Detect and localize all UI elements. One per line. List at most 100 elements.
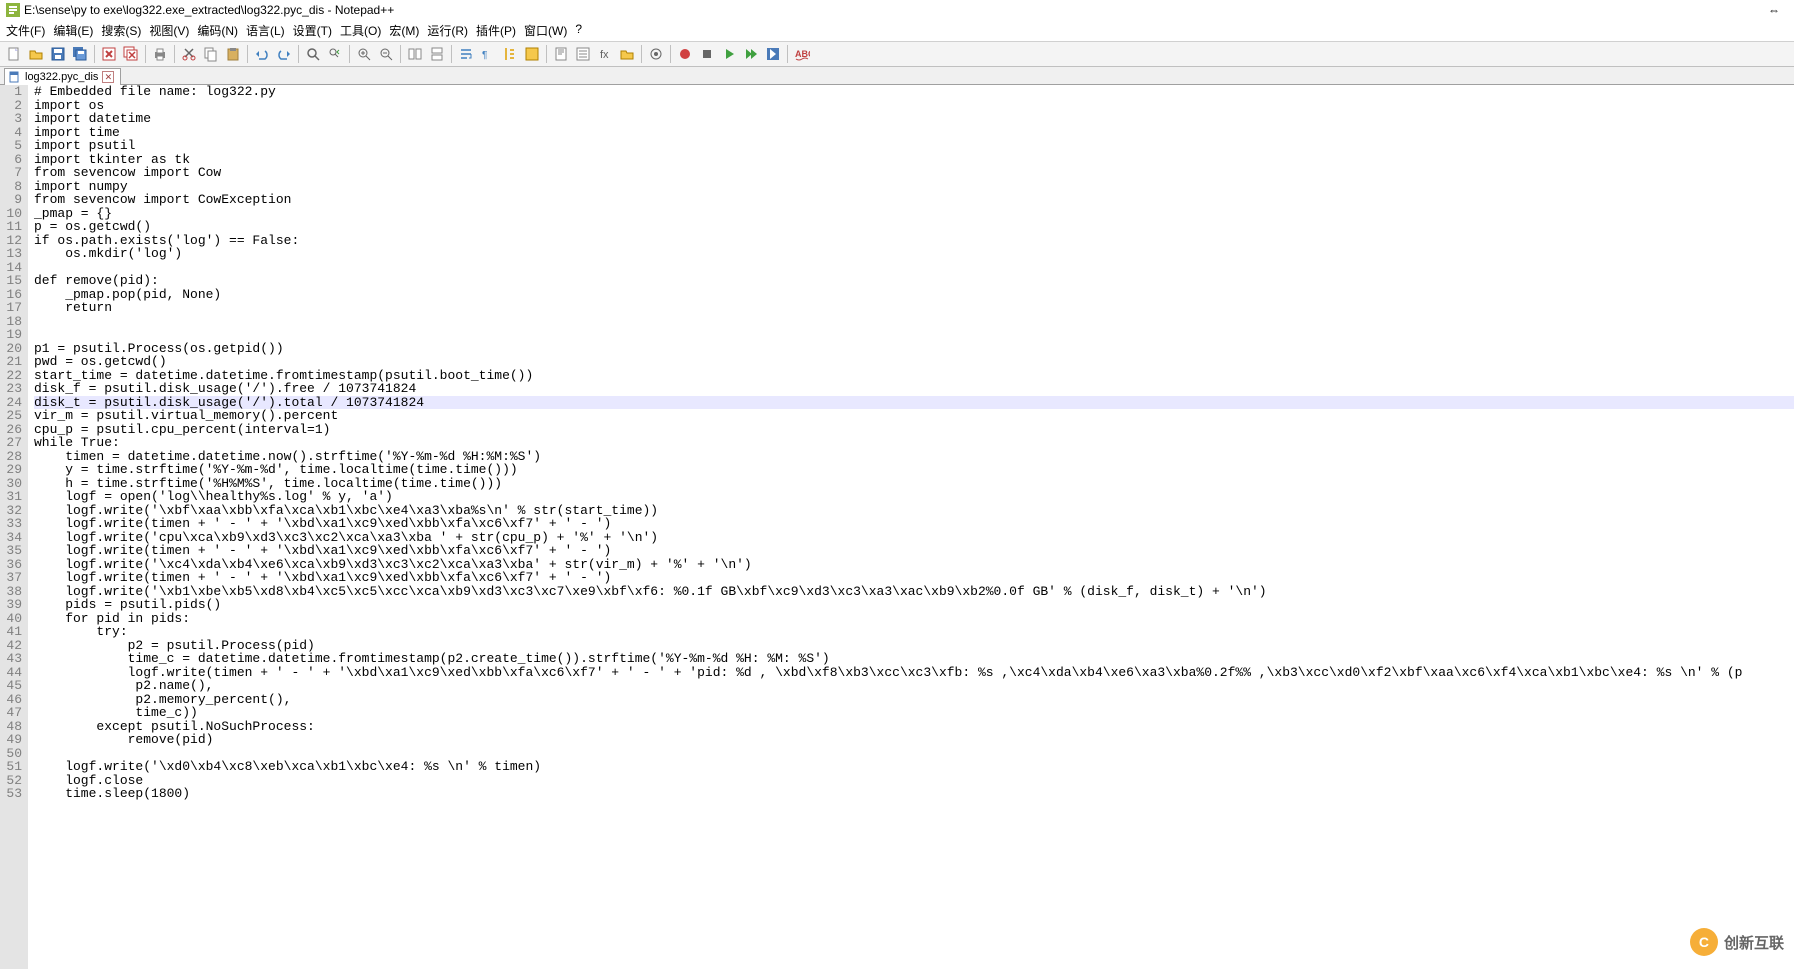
code-line[interactable]: logf.write('\xc4\xda\xb4\xe6\xca\xb9\xd3… (34, 558, 1794, 572)
savemacro-icon[interactable] (763, 44, 783, 64)
code-line[interactable]: logf.write('\xbf\xaa\xbb\xfa\xca\xb1\xbc… (34, 504, 1794, 518)
code-line[interactable]: p2.name(), (34, 679, 1794, 693)
func-list-icon[interactable]: fx (595, 44, 615, 64)
closeall-icon[interactable] (121, 44, 141, 64)
zoomout-icon[interactable] (376, 44, 396, 64)
code-line[interactable]: if os.path.exists('log') == False: (34, 234, 1794, 248)
cut-icon[interactable] (179, 44, 199, 64)
code-line[interactable]: pids = psutil.pids() (34, 598, 1794, 612)
code-line[interactable]: _pmap = {} (34, 207, 1794, 221)
record-icon[interactable] (675, 44, 695, 64)
code-line[interactable]: import tkinter as tk (34, 153, 1794, 167)
undo-icon[interactable] (252, 44, 272, 64)
menu-settings[interactable]: 设置(T) (293, 22, 332, 39)
code-line[interactable]: import os (34, 99, 1794, 113)
open-icon[interactable] (26, 44, 46, 64)
sync-h-icon[interactable] (427, 44, 447, 64)
userdef-icon[interactable] (522, 44, 542, 64)
indent-guide-icon[interactable] (500, 44, 520, 64)
menu-edit[interactable]: 编辑(E) (53, 22, 93, 39)
code-line[interactable]: logf = open('log\\healthy%s.log' % y, 'a… (34, 490, 1794, 504)
save-icon[interactable] (48, 44, 68, 64)
code-line[interactable]: p1 = psutil.Process(os.getpid()) (34, 342, 1794, 356)
code-line[interactable]: cpu_p = psutil.cpu_percent(interval=1) (34, 423, 1794, 437)
paste-icon[interactable] (223, 44, 243, 64)
restore-button[interactable]: ⇔ (1768, 3, 1780, 17)
code-line[interactable]: h = time.strftime('%H%M%S', time.localti… (34, 477, 1794, 491)
code-line[interactable]: except psutil.NoSuchProcess: (34, 720, 1794, 734)
code-line[interactable]: timen = datetime.datetime.now().strftime… (34, 450, 1794, 464)
play-icon[interactable] (719, 44, 739, 64)
find-icon[interactable] (303, 44, 323, 64)
replace-icon[interactable] (325, 44, 345, 64)
code-line[interactable]: time_c)) (34, 706, 1794, 720)
code-line[interactable]: while True: (34, 436, 1794, 450)
code-line[interactable]: import numpy (34, 180, 1794, 194)
code-line[interactable]: for pid in pids: (34, 612, 1794, 626)
monitor-icon[interactable] (646, 44, 666, 64)
code-line[interactable]: logf.write(timen + ' - ' + '\xbd\xa1\xc9… (34, 666, 1794, 680)
menu-encoding[interactable]: 编码(N) (197, 22, 238, 39)
code-line[interactable]: import psutil (34, 139, 1794, 153)
code-line[interactable]: y = time.strftime('%Y-%m-%d', time.local… (34, 463, 1794, 477)
menu-tools[interactable]: 工具(O) (340, 22, 381, 39)
code-line[interactable]: pwd = os.getcwd() (34, 355, 1794, 369)
code-line[interactable]: logf.write('\xb1\xbe\xb5\xd8\xb4\xc5\xc5… (34, 585, 1794, 599)
code-line[interactable]: p2 = psutil.Process(pid) (34, 639, 1794, 653)
menu-view[interactable]: 视图(V) (149, 22, 189, 39)
close-icon[interactable] (99, 44, 119, 64)
code-line[interactable]: time_c = datetime.datetime.fromtimestamp… (34, 652, 1794, 666)
folder-icon[interactable] (617, 44, 637, 64)
spellcheck-icon[interactable]: ABC (792, 44, 812, 64)
code-line[interactable] (34, 261, 1794, 275)
code-line[interactable]: vir_m = psutil.virtual_memory().percent (34, 409, 1794, 423)
menu-plugins[interactable]: 插件(P) (476, 22, 516, 39)
menu-macro[interactable]: 宏(M) (389, 22, 419, 39)
code-line[interactable]: return (34, 301, 1794, 315)
editor[interactable]: 1234567891011121314151617181920212223242… (0, 85, 1794, 969)
menu-file[interactable]: 文件(F) (6, 22, 45, 39)
playmulti-icon[interactable] (741, 44, 761, 64)
code-line[interactable]: time.sleep(1800) (34, 787, 1794, 801)
showall-icon[interactable]: ¶ (478, 44, 498, 64)
code-line[interactable]: from sevencow import Cow (34, 166, 1794, 180)
code-line[interactable]: logf.close (34, 774, 1794, 788)
wordwrap-icon[interactable] (456, 44, 476, 64)
code-line[interactable]: p = os.getcwd() (34, 220, 1794, 234)
code-line[interactable]: # Embedded file name: log322.py (34, 85, 1794, 99)
code-line[interactable] (34, 328, 1794, 342)
zoomin-icon[interactable] (354, 44, 374, 64)
doc-map-icon[interactable] (551, 44, 571, 64)
tab-close-icon[interactable]: ✕ (102, 71, 114, 83)
menu-run[interactable]: 运行(R) (427, 22, 468, 39)
code-line[interactable]: remove(pid) (34, 733, 1794, 747)
tab-active[interactable]: log322.pyc_dis ✕ (4, 68, 121, 85)
menu-language[interactable]: 语言(L) (246, 22, 285, 39)
doc-list-icon[interactable] (573, 44, 593, 64)
stop-icon[interactable] (697, 44, 717, 64)
code-line[interactable]: import time (34, 126, 1794, 140)
menu-window[interactable]: 窗口(W) (524, 22, 567, 39)
code-line[interactable]: logf.write(timen + ' - ' + '\xbd\xa1\xc9… (34, 517, 1794, 531)
new-icon[interactable] (4, 44, 24, 64)
code-line[interactable]: import datetime (34, 112, 1794, 126)
code-line[interactable] (34, 315, 1794, 329)
code-line[interactable]: logf.write('\xd0\xb4\xc8\xeb\xca\xb1\xbc… (34, 760, 1794, 774)
code-line[interactable]: _pmap.pop(pid, None) (34, 288, 1794, 302)
code-line[interactable]: p2.memory_percent(), (34, 693, 1794, 707)
redo-icon[interactable] (274, 44, 294, 64)
code-line[interactable]: os.mkdir('log') (34, 247, 1794, 261)
code-line[interactable] (34, 747, 1794, 761)
print-icon[interactable] (150, 44, 170, 64)
code-line[interactable]: logf.write(timen + ' - ' + '\xbd\xa1\xc9… (34, 571, 1794, 585)
menu-search[interactable]: 搜索(S) (101, 22, 141, 39)
code-line[interactable]: logf.write(timen + ' - ' + '\xbd\xa1\xc9… (34, 544, 1794, 558)
code-line[interactable]: logf.write('cpu\xca\xb9\xd3\xc3\xc2\xca\… (34, 531, 1794, 545)
code-line[interactable]: start_time = datetime.datetime.fromtimes… (34, 369, 1794, 383)
saveall-icon[interactable] (70, 44, 90, 64)
code-line[interactable]: try: (34, 625, 1794, 639)
code-line[interactable]: def remove(pid): (34, 274, 1794, 288)
code-line[interactable]: disk_f = psutil.disk_usage('/').free / 1… (34, 382, 1794, 396)
menu-help[interactable]: ? (575, 22, 582, 39)
copy-icon[interactable] (201, 44, 221, 64)
